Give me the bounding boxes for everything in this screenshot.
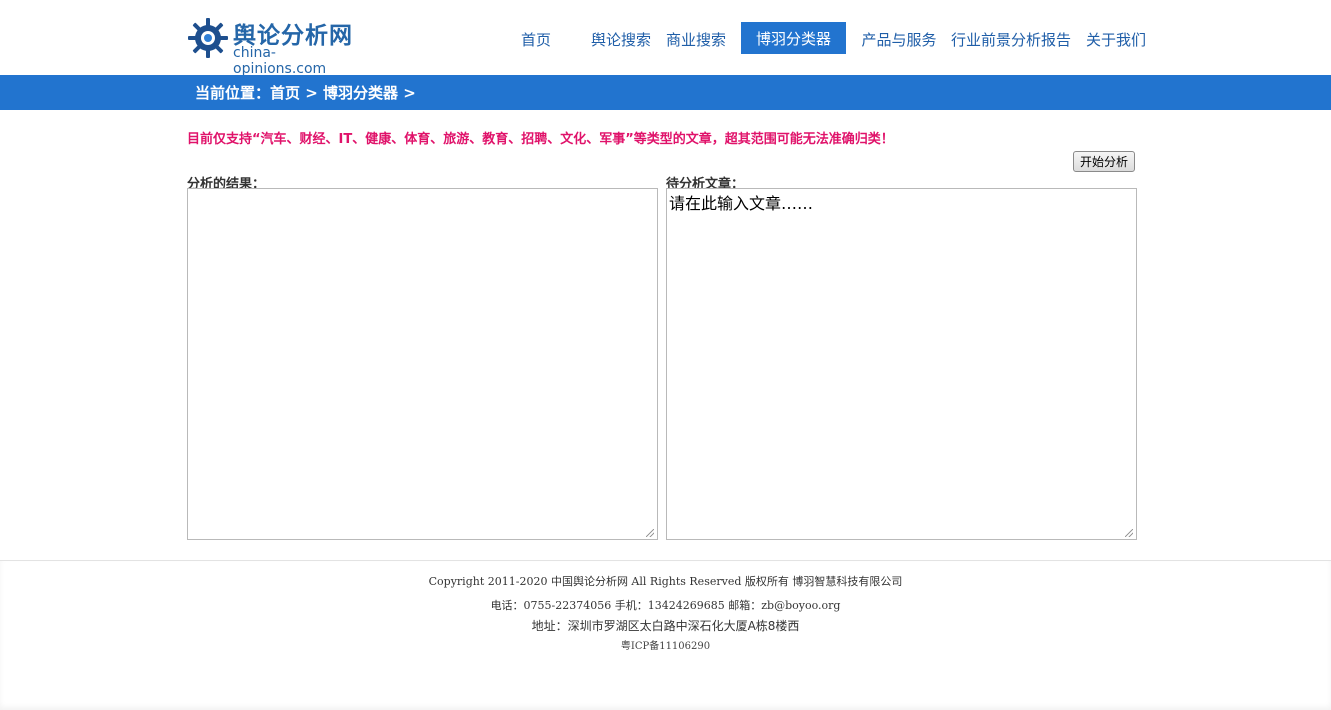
breadcrumb-current[interactable]: 博羽分类器: [323, 84, 398, 102]
nav-item-about[interactable]: 关于我们: [1081, 22, 1151, 54]
start-analysis-button[interactable]: 开始分析: [1073, 151, 1135, 172]
nav-item-products[interactable]: 产品与服务: [856, 22, 942, 54]
nav-item-business-search[interactable]: 商业搜索: [661, 22, 731, 54]
footer-contact: 电话：0755-22374056 手机：13424269685 邮箱：zb@bo…: [490, 599, 841, 612]
breadcrumb-prefix: 当前位置：: [195, 84, 271, 102]
breadcrumb-home-link[interactable]: 首页: [270, 84, 300, 102]
header: 舆论分析网 china-opinions.com 首页 舆论搜索 商业搜索 博羽…: [0, 0, 1331, 77]
footer-address: 地址：深圳市罗湖区太白路中深石化大厦A栋8楼西: [531, 619, 800, 633]
resize-grip-icon[interactable]: [646, 529, 654, 537]
breadcrumb: 当前位置：首页 > 博羽分类器 >: [195, 75, 416, 110]
nav-item-classifier[interactable]: 博羽分类器: [741, 22, 846, 54]
supported-types-notice: 目前仅支持“汽车、财经、IT、健康、体育、旅游、教育、招聘、文化、军事”等类型的…: [187, 132, 894, 147]
footer-icp[interactable]: 粤ICP备11106290: [0, 637, 1331, 652]
nav-item-home[interactable]: 首页: [512, 22, 560, 54]
breadcrumb-bar: 当前位置：首页 > 博羽分类器 >: [0, 75, 1331, 110]
nav-item-industry-reports[interactable]: 行业前景分析报告: [946, 22, 1076, 54]
main-nav: 首页 舆论搜索 商业搜索 博羽分类器 产品与服务 行业前景分析报告 关于我们: [0, 22, 1331, 54]
footer-copyright: Copyright 2011-2020 中国舆论分析网 All Rights R…: [428, 575, 903, 588]
resize-grip-icon[interactable]: [1125, 529, 1133, 537]
breadcrumb-separator: >: [300, 84, 324, 102]
result-textarea[interactable]: [187, 188, 658, 540]
article-textarea[interactable]: 请在此输入文章……: [666, 188, 1137, 540]
nav-item-opinion-search[interactable]: 舆论搜索: [586, 22, 656, 54]
footer: Copyright 2011-2020 中国舆论分析网 All Rights R…: [0, 560, 1331, 710]
breadcrumb-separator: >: [398, 84, 416, 102]
